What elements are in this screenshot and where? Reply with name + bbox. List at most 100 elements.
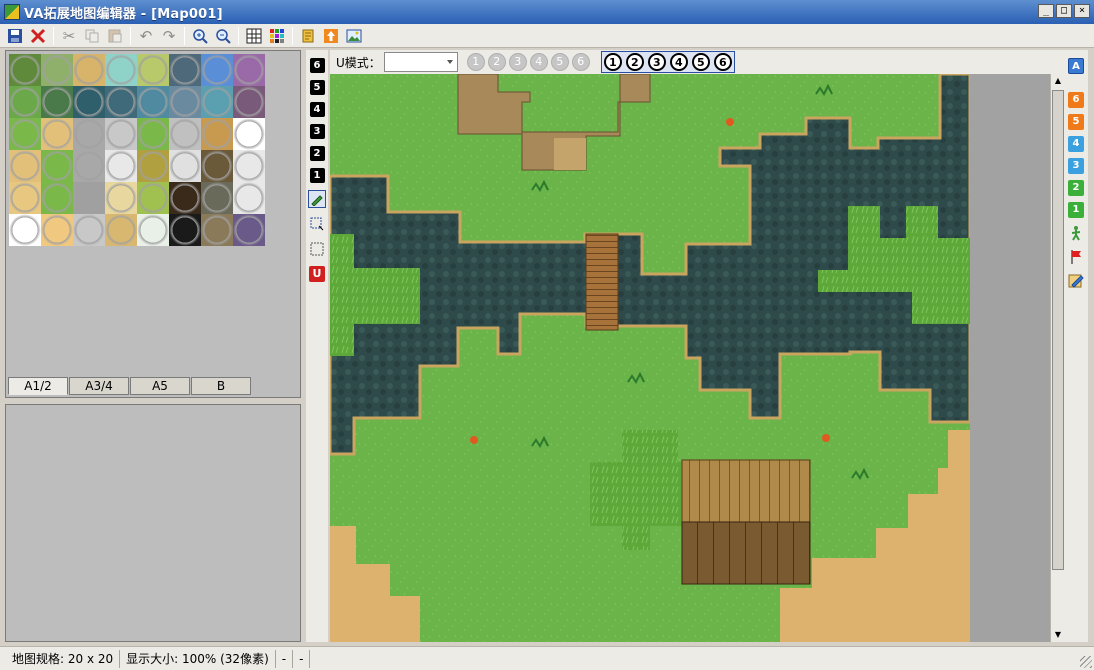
zoom-out-icon[interactable] xyxy=(212,25,234,47)
right-layer-6-button[interactable]: 6 xyxy=(1068,92,1084,108)
minimize-button[interactable]: _ xyxy=(1038,4,1054,18)
tile-swatch[interactable] xyxy=(9,214,41,246)
tile-swatch[interactable] xyxy=(233,182,265,214)
edit-icon[interactable] xyxy=(1067,272,1085,290)
right-layer-2-button[interactable]: 2 xyxy=(1068,180,1084,196)
layer-4-button[interactable]: 4 xyxy=(309,102,325,117)
tile-swatch[interactable] xyxy=(41,150,73,182)
save-icon[interactable] xyxy=(4,25,26,47)
walker-icon[interactable] xyxy=(1067,224,1085,242)
resize-grip-icon[interactable] xyxy=(1080,656,1092,668)
tile-swatch[interactable] xyxy=(41,118,73,150)
layer-1-button[interactable]: 1 xyxy=(309,168,325,183)
tile-swatch[interactable] xyxy=(233,214,265,246)
tile-swatch[interactable] xyxy=(233,150,265,182)
tile-swatch[interactable] xyxy=(105,182,137,214)
scroll-down-icon[interactable]: ▼ xyxy=(1051,628,1065,642)
layer-6-button[interactable]: 6 xyxy=(309,58,325,73)
tile-swatch[interactable] xyxy=(137,54,169,86)
tileset-grid[interactable] xyxy=(9,54,265,246)
scroll-up-icon[interactable]: ▲ xyxy=(1051,74,1065,88)
tile-swatch[interactable] xyxy=(105,118,137,150)
active-layer-3[interactable]: 3 xyxy=(647,53,666,71)
active-layer-4[interactable]: 4 xyxy=(669,53,688,71)
map-tree-panel[interactable] xyxy=(5,404,301,642)
tile-swatch[interactable] xyxy=(41,214,73,246)
tile-swatch[interactable] xyxy=(233,54,265,86)
tile-swatch[interactable] xyxy=(41,54,73,86)
tile-swatch[interactable] xyxy=(169,150,201,182)
tile-swatch[interactable] xyxy=(169,182,201,214)
grid-icon[interactable] xyxy=(243,25,265,47)
tile-swatch[interactable] xyxy=(9,118,41,150)
tab-b[interactable]: B xyxy=(191,377,251,395)
map-vertical-scrollbar[interactable]: ▲ ▼ xyxy=(1050,74,1064,642)
flag-icon[interactable] xyxy=(1067,248,1085,266)
right-layer-5-button[interactable]: 5 xyxy=(1068,114,1084,130)
tile-swatch[interactable] xyxy=(169,214,201,246)
tile-swatch[interactable] xyxy=(201,118,233,150)
tile-swatch[interactable] xyxy=(105,214,137,246)
maximize-button[interactable]: □ xyxy=(1056,4,1072,18)
layer-2-button[interactable]: 2 xyxy=(309,146,325,161)
right-layer-3-button[interactable]: 3 xyxy=(1068,158,1084,174)
tile-swatch[interactable] xyxy=(73,214,105,246)
u-tool-icon[interactable]: U xyxy=(308,265,326,283)
copy-icon[interactable] xyxy=(81,25,103,47)
tile-swatch[interactable] xyxy=(137,182,169,214)
tile-swatch[interactable] xyxy=(169,86,201,118)
paste-icon[interactable] xyxy=(104,25,126,47)
redo-icon[interactable]: ↷ xyxy=(158,25,180,47)
tile-swatch[interactable] xyxy=(233,118,265,150)
undo-icon[interactable]: ↶ xyxy=(135,25,157,47)
tile-swatch[interactable] xyxy=(105,54,137,86)
tile-swatch[interactable] xyxy=(41,182,73,214)
tab-a1-2[interactable]: A1/2 xyxy=(8,377,68,395)
pencil-icon[interactable] xyxy=(308,190,326,208)
tile-swatch[interactable] xyxy=(201,54,233,86)
zoom-in-icon[interactable] xyxy=(189,25,211,47)
tile-swatch[interactable] xyxy=(169,118,201,150)
tile-swatch[interactable] xyxy=(201,86,233,118)
map-viewport[interactable] xyxy=(330,74,1050,642)
tile-swatch[interactable] xyxy=(9,86,41,118)
layer-3-button[interactable]: 3 xyxy=(309,124,325,139)
upload-icon[interactable] xyxy=(320,25,342,47)
palette-icon[interactable] xyxy=(266,25,288,47)
right-layer-4-button[interactable]: 4 xyxy=(1068,136,1084,152)
tile-swatch[interactable] xyxy=(169,54,201,86)
active-layer-2[interactable]: 2 xyxy=(625,53,644,71)
tab-a5[interactable]: A5 xyxy=(130,377,190,395)
map-canvas[interactable] xyxy=(330,74,970,642)
tile-swatch[interactable] xyxy=(9,54,41,86)
tile-swatch[interactable] xyxy=(201,214,233,246)
tile-swatch[interactable] xyxy=(73,182,105,214)
tile-swatch[interactable] xyxy=(201,150,233,182)
layer-5-button[interactable]: 5 xyxy=(309,80,325,95)
script-icon[interactable] xyxy=(297,25,319,47)
delete-icon[interactable] xyxy=(27,25,49,47)
tab-a3-4[interactable]: A3/4 xyxy=(69,377,129,395)
tile-swatch[interactable] xyxy=(73,54,105,86)
u-mode-select[interactable] xyxy=(383,52,458,72)
tile-swatch[interactable] xyxy=(137,214,169,246)
tile-swatch[interactable] xyxy=(105,150,137,182)
tile-swatch[interactable] xyxy=(137,86,169,118)
tile-swatch[interactable] xyxy=(73,86,105,118)
tile-swatch[interactable] xyxy=(9,150,41,182)
active-layer-5[interactable]: 5 xyxy=(691,53,710,71)
marquee-icon[interactable] xyxy=(308,240,326,258)
tile-swatch[interactable] xyxy=(73,150,105,182)
close-button[interactable]: × xyxy=(1074,4,1090,18)
tile-swatch[interactable] xyxy=(201,182,233,214)
tile-swatch[interactable] xyxy=(233,86,265,118)
cut-icon[interactable]: ✂ xyxy=(58,25,80,47)
tile-swatch[interactable] xyxy=(9,182,41,214)
tile-swatch[interactable] xyxy=(137,118,169,150)
tile-swatch[interactable] xyxy=(105,86,137,118)
auto-layer-button[interactable]: A xyxy=(1068,58,1084,74)
active-layer-1[interactable]: 1 xyxy=(603,53,622,71)
tile-swatch[interactable] xyxy=(41,86,73,118)
image-icon[interactable] xyxy=(343,25,365,47)
tile-swatch[interactable] xyxy=(137,150,169,182)
